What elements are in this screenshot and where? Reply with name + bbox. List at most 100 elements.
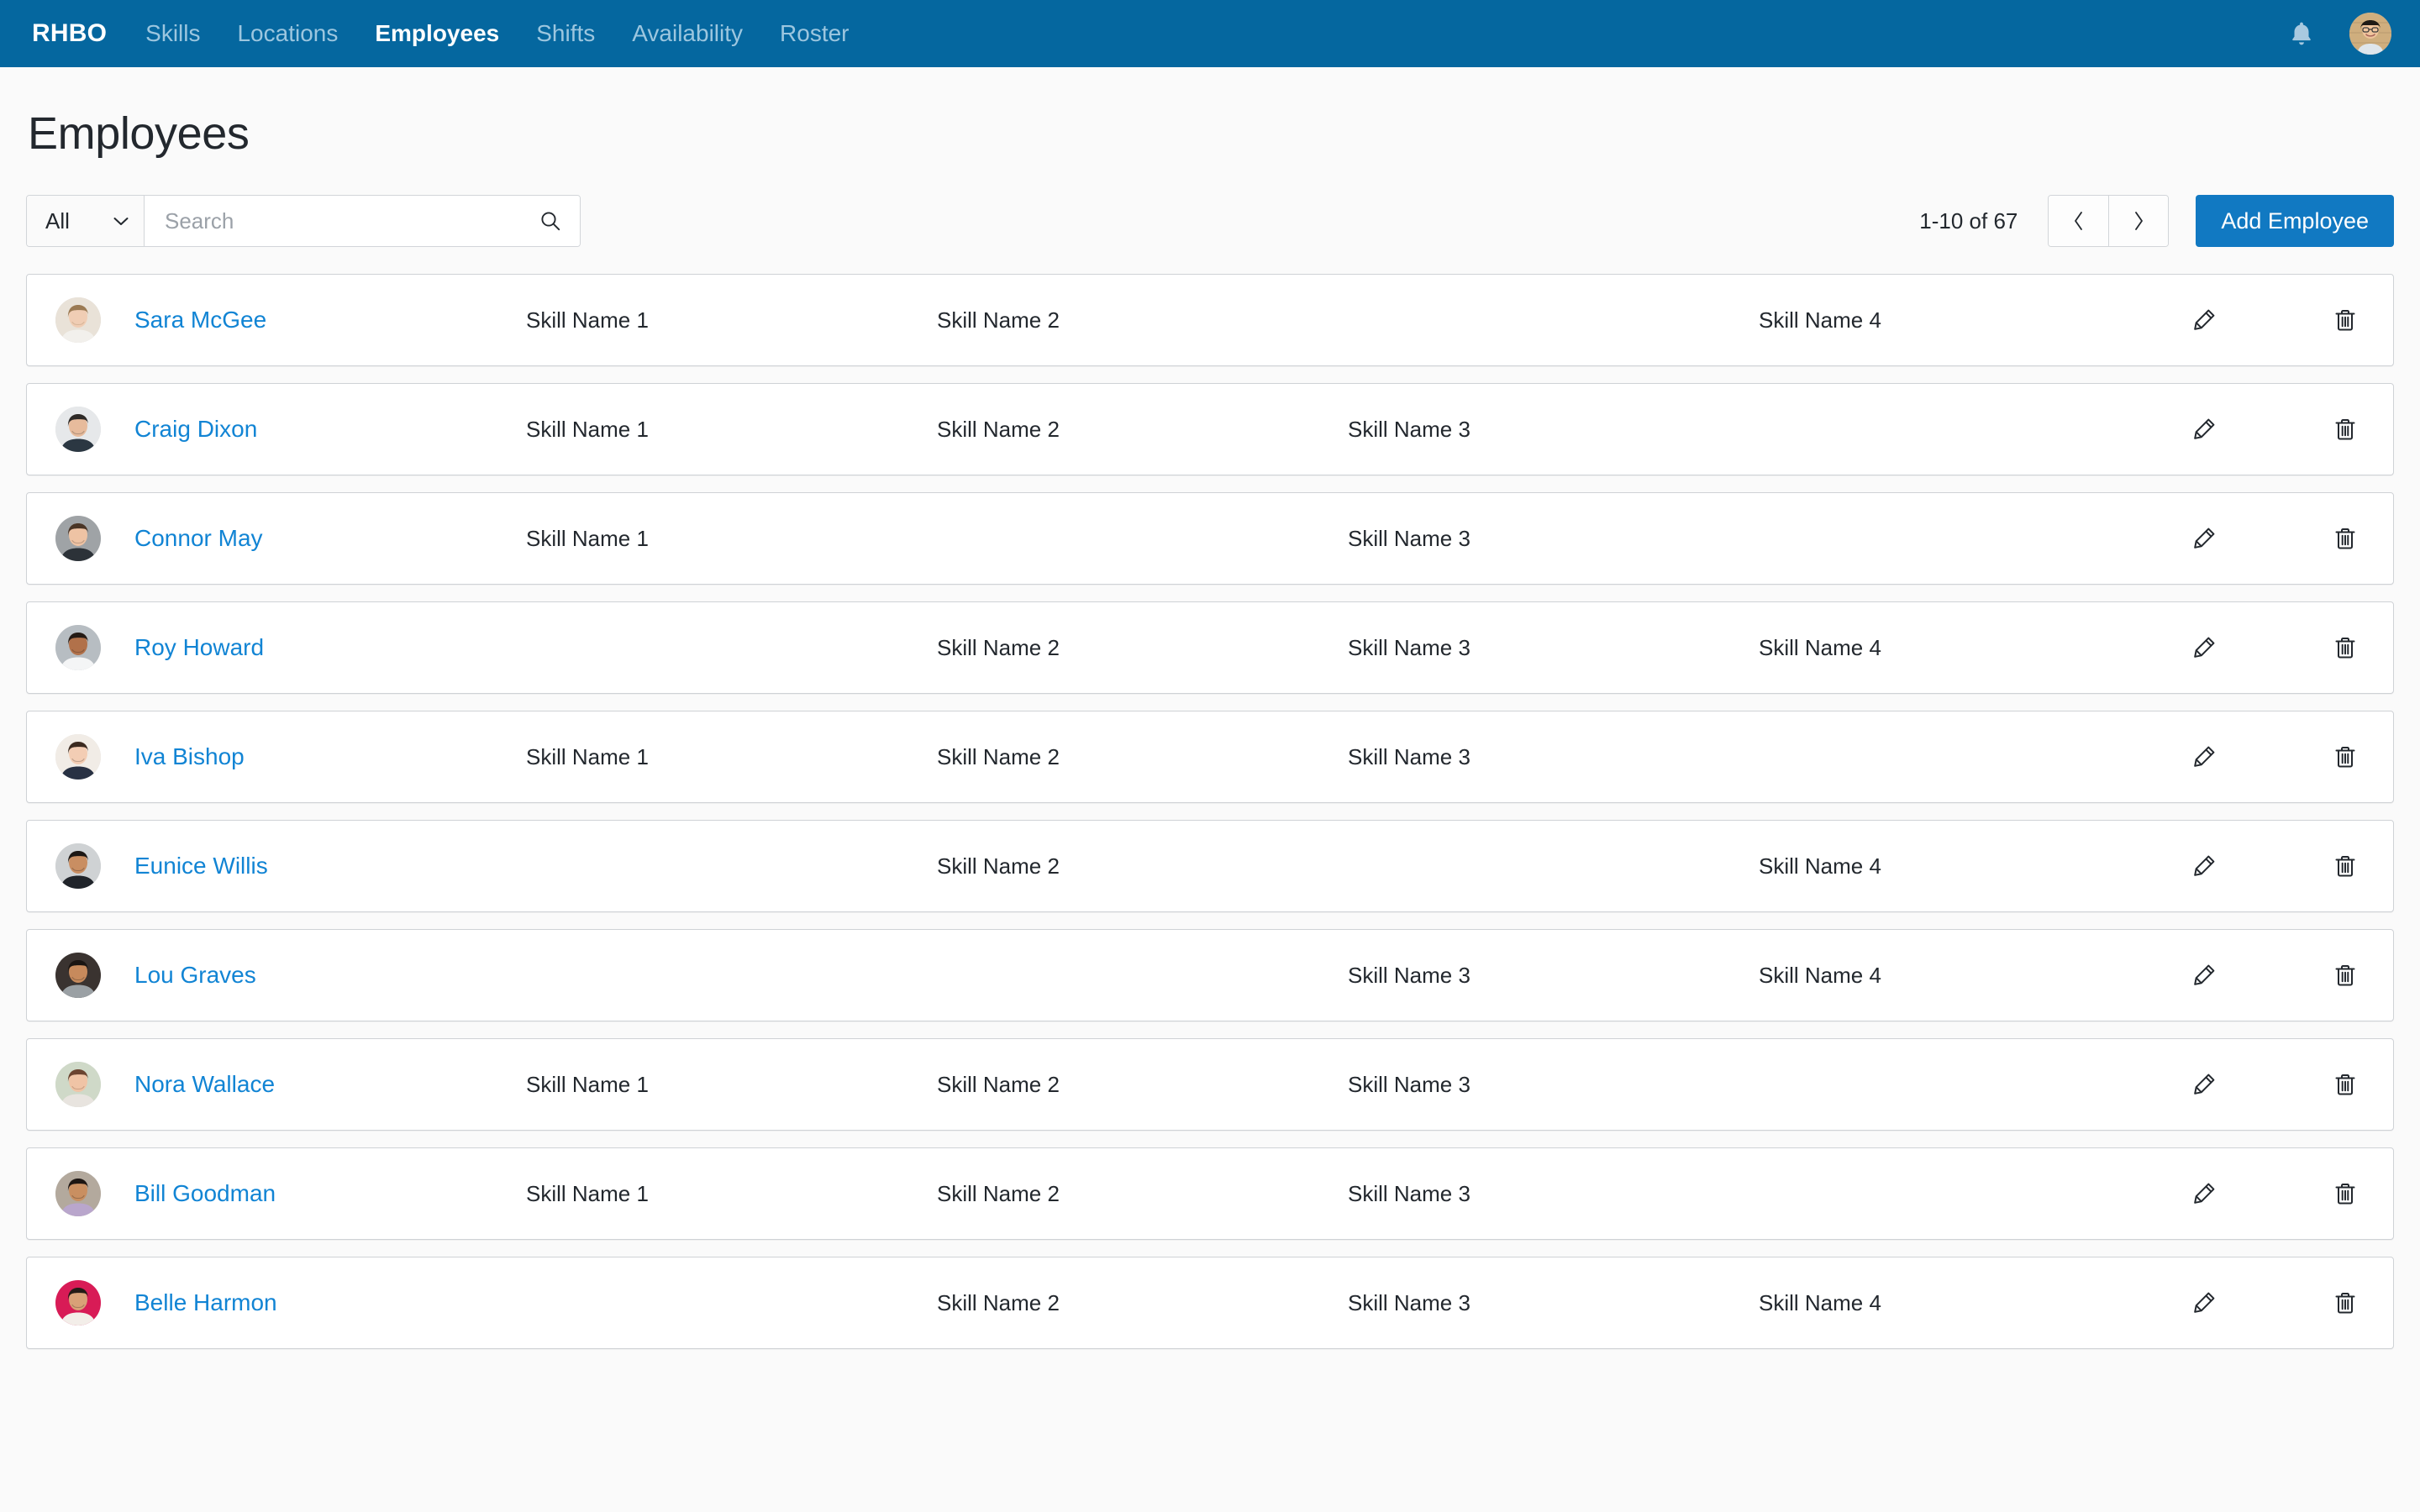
- skill-cell-4: Skill Name 4: [1759, 1290, 2170, 1316]
- employee-skills: Skill Name 1 Skill Name 2 Skill Name 3: [526, 417, 2190, 443]
- pencil-icon[interactable]: [2190, 415, 2218, 444]
- table-row[interactable]: Sara McGee Skill Name 1 Skill Name 2 Ski…: [26, 274, 2394, 366]
- table-row[interactable]: Craig Dixon Skill Name 1 Skill Name 2 Sk…: [26, 383, 2394, 475]
- skill-cell-1: Skill Name 1: [526, 744, 937, 770]
- add-employee-button[interactable]: Add Employee: [2196, 195, 2394, 247]
- employee-identity: Iva Bishop: [55, 734, 526, 780]
- employee-name-link[interactable]: Sara McGee: [134, 307, 266, 333]
- employee-skills: Skill Name 1 Skill Name 2 Skill Name 3: [526, 1181, 2190, 1207]
- table-row[interactable]: Eunice Willis Skill Name 2 Skill Name 4: [26, 820, 2394, 912]
- nav-link-shifts[interactable]: Shifts: [536, 20, 595, 47]
- pencil-icon[interactable]: [2190, 852, 2218, 880]
- employee-name-link[interactable]: Lou Graves: [134, 962, 256, 989]
- skill-cell-2: Skill Name 2: [937, 1072, 1348, 1098]
- trash-icon[interactable]: [2331, 1179, 2360, 1208]
- trash-icon[interactable]: [2331, 743, 2360, 771]
- nav-link-skills[interactable]: Skills: [145, 20, 200, 47]
- pagination-next-button[interactable]: [2108, 196, 2168, 246]
- trash-icon[interactable]: [2331, 1070, 2360, 1099]
- employee-identity: Roy Howard: [55, 625, 526, 670]
- row-action-buttons: [2190, 633, 2366, 662]
- pagination-prev-button[interactable]: [2049, 196, 2108, 246]
- chevron-left-icon: [2073, 211, 2085, 231]
- employee-name-link[interactable]: Belle Harmon: [134, 1289, 277, 1316]
- employee-name-link[interactable]: Iva Bishop: [134, 743, 245, 770]
- employee-skills: Skill Name 1 Skill Name 2 Skill Name 3: [526, 744, 2190, 770]
- employee-skills: Skill Name 1 Skill Name 3: [526, 526, 2190, 552]
- table-row[interactable]: Lou Graves Skill Name 3 Skill Name 4: [26, 929, 2394, 1021]
- employee-name-link[interactable]: Craig Dixon: [134, 416, 257, 443]
- avatar-sara-mcgee: [55, 297, 101, 343]
- employee-name-link[interactable]: Eunice Willis: [134, 853, 268, 879]
- skill-cell-1: Skill Name 1: [526, 526, 937, 552]
- employee-list: Sara McGee Skill Name 1 Skill Name 2 Ski…: [26, 274, 2394, 1349]
- trash-icon[interactable]: [2331, 961, 2360, 990]
- search-icon[interactable]: [539, 210, 561, 232]
- employee-name-link[interactable]: Connor May: [134, 525, 263, 552]
- top-navigation-bar: RHBO Skills Locations Employees Shifts A…: [0, 0, 2420, 67]
- skill-cell-2: Skill Name 2: [937, 635, 1348, 661]
- skill-cell-3: Skill Name 3: [1348, 526, 1759, 552]
- skill-cell-2: Skill Name 2: [937, 744, 1348, 770]
- table-row[interactable]: Belle Harmon Skill Name 2 Skill Name 3 S…: [26, 1257, 2394, 1349]
- skill-cell-3: Skill Name 3: [1348, 635, 1759, 661]
- pencil-icon[interactable]: [2190, 633, 2218, 662]
- skill-cell-1: Skill Name 1: [526, 1181, 937, 1207]
- trash-icon[interactable]: [2331, 306, 2360, 334]
- trash-icon[interactable]: [2331, 1289, 2360, 1317]
- skill-cell-3: Skill Name 3: [1348, 963, 1759, 989]
- pencil-icon[interactable]: [2190, 524, 2218, 553]
- avatar-roy-howard: [55, 625, 101, 670]
- row-action-buttons: [2190, 306, 2366, 334]
- row-action-buttons: [2190, 1179, 2366, 1208]
- bell-icon[interactable]: [2287, 18, 2316, 49]
- table-row[interactable]: Nora Wallace Skill Name 1 Skill Name 2 S…: [26, 1038, 2394, 1131]
- employee-name-link[interactable]: Bill Goodman: [134, 1180, 276, 1207]
- filter-dropdown[interactable]: All: [27, 196, 145, 246]
- table-row[interactable]: Iva Bishop Skill Name 1 Skill Name 2 Ski…: [26, 711, 2394, 803]
- nav-link-employees[interactable]: Employees: [375, 20, 499, 47]
- skill-cell-4: Skill Name 4: [1759, 853, 2170, 879]
- brand-logo[interactable]: RHBO: [32, 19, 107, 48]
- search-input[interactable]: [165, 208, 539, 234]
- employee-name-link[interactable]: Roy Howard: [134, 634, 264, 661]
- pagination-controls: [2048, 195, 2169, 247]
- pencil-icon[interactable]: [2190, 743, 2218, 771]
- pencil-icon[interactable]: [2190, 1179, 2218, 1208]
- toolbar-right-group: 1-10 of 67 Add Emp: [1919, 195, 2394, 247]
- skill-cell-2: Skill Name 2: [937, 1290, 1348, 1316]
- search-field-wrapper: [145, 196, 580, 246]
- pencil-icon[interactable]: [2190, 1070, 2218, 1099]
- trash-icon[interactable]: [2331, 415, 2360, 444]
- pencil-icon[interactable]: [2190, 1289, 2218, 1317]
- nav-link-roster[interactable]: Roster: [780, 20, 849, 47]
- employee-identity: Sara McGee: [55, 297, 526, 343]
- table-row[interactable]: Connor May Skill Name 1 Skill Name 3: [26, 492, 2394, 585]
- avatar-belle-harmon: [55, 1280, 101, 1326]
- avatar-eunice-willis: [55, 843, 101, 889]
- row-action-buttons: [2190, 852, 2366, 880]
- trash-icon[interactable]: [2331, 524, 2360, 553]
- list-toolbar: All 1-10 of 67: [26, 195, 2394, 247]
- trash-icon[interactable]: [2331, 852, 2360, 880]
- trash-icon[interactable]: [2331, 633, 2360, 662]
- skill-cell-4: Skill Name 4: [1759, 963, 2170, 989]
- employee-identity: Bill Goodman: [55, 1171, 526, 1216]
- pencil-icon[interactable]: [2190, 961, 2218, 990]
- employee-skills: Skill Name 1 Skill Name 2 Skill Name 4: [526, 307, 2190, 333]
- table-row[interactable]: Roy Howard Skill Name 2 Skill Name 3 Ski…: [26, 601, 2394, 694]
- skill-cell-4: Skill Name 4: [1759, 307, 2170, 333]
- skill-cell-2: Skill Name 2: [937, 417, 1348, 443]
- skill-cell-1: Skill Name 1: [526, 1072, 937, 1098]
- filter-dropdown-value: All: [45, 208, 70, 234]
- skill-cell-3: Skill Name 3: [1348, 417, 1759, 443]
- employee-identity: Lou Graves: [55, 953, 526, 998]
- user-avatar[interactable]: [2349, 13, 2391, 55]
- pencil-icon[interactable]: [2190, 306, 2218, 334]
- chevron-right-icon: [2133, 211, 2144, 231]
- nav-link-availability[interactable]: Availability: [632, 20, 743, 47]
- employee-name-link[interactable]: Nora Wallace: [134, 1071, 275, 1098]
- avatar-lou-graves: [55, 953, 101, 998]
- table-row[interactable]: Bill Goodman Skill Name 1 Skill Name 2 S…: [26, 1147, 2394, 1240]
- nav-link-locations[interactable]: Locations: [237, 20, 338, 47]
